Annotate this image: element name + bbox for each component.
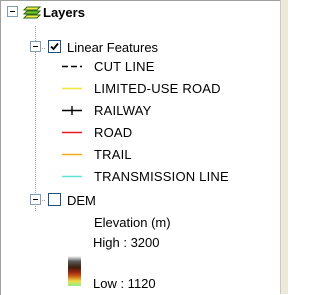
linear-features-collapse-toggle[interactable] <box>30 41 41 52</box>
legend-label: RAILWAY <box>94 103 152 118</box>
line-symbol <box>62 87 82 90</box>
dashed-line-symbol <box>62 65 82 68</box>
layers-collapse-toggle[interactable] <box>7 6 18 17</box>
legend-label: TRAIL <box>94 147 132 162</box>
linear-features-layer-label[interactable]: Linear Features <box>67 40 158 55</box>
legend-label: ROAD <box>94 125 133 140</box>
linear-features-visibility-checkbox[interactable] <box>48 40 61 53</box>
line-symbol <box>62 153 82 156</box>
checkmark-icon <box>50 42 59 51</box>
tree-connector <box>35 26 36 211</box>
dem-layer-label[interactable]: DEM <box>67 193 96 208</box>
layers-root-label[interactable]: Layers <box>43 5 85 20</box>
legend-label: CUT LINE <box>94 59 155 74</box>
layers-icon <box>22 4 42 19</box>
legend-label: LIMITED-USE ROAD <box>94 81 221 96</box>
dem-field-label: Elevation (m) <box>94 215 171 230</box>
dem-visibility-checkbox[interactable] <box>48 193 61 206</box>
dem-collapse-toggle[interactable] <box>30 194 41 205</box>
line-symbol <box>62 175 82 178</box>
dem-high-label: High : 3200 <box>93 235 160 250</box>
line-symbol <box>62 131 82 134</box>
railway-line-symbol <box>62 106 82 115</box>
vertical-scrollbar[interactable] <box>280 0 288 294</box>
elevation-color-ramp <box>68 256 81 286</box>
dem-low-label: Low : 1120 <box>93 276 156 291</box>
legend-label: TRANSMISSION LINE <box>94 169 229 184</box>
table-of-contents-panel: Layers Linear Features CUT LINE LIMITED-… <box>0 0 281 295</box>
